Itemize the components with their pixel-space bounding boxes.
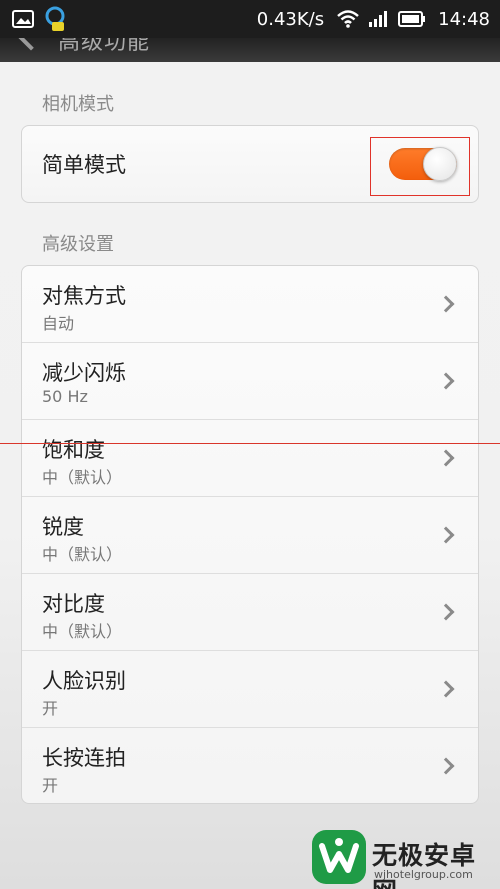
camera-mode-card: 简单模式: [21, 125, 479, 203]
watermark-logo-icon: [312, 830, 366, 884]
row-value: 中（默认）: [42, 622, 123, 641]
row-value: 中（默认）: [42, 545, 123, 564]
row-value: 50 Hz: [42, 387, 88, 406]
gallery-icon: [12, 10, 34, 28]
highlight-frame: [370, 137, 470, 196]
clock: 14:48: [438, 8, 490, 30]
list-item-focus-mode[interactable]: 对焦方式 自动: [22, 266, 478, 343]
row-title: 锐度: [42, 515, 84, 539]
chevron-right-icon: [437, 449, 455, 467]
row-title: 长按连拍: [42, 746, 126, 770]
signal-icon: [369, 11, 388, 27]
list-item-burst-shot[interactable]: 长按连拍 开: [22, 728, 478, 803]
watermark-url: wjhotelgroup.com: [374, 868, 473, 881]
simple-mode-label: 简单模式: [42, 153, 126, 177]
row-title: 对比度: [42, 592, 105, 616]
battery-icon: [398, 11, 426, 27]
row-title: 减少闪烁: [42, 361, 126, 385]
row-title: 人脸识别: [42, 669, 126, 693]
chevron-right-icon: [437, 526, 455, 544]
title-bar: 高级功能: [0, 38, 500, 62]
list-item-face-recognition[interactable]: 人脸识别 开: [22, 651, 478, 728]
section-label-advanced: 高级设置: [42, 234, 114, 255]
row-value: 自动: [42, 314, 75, 333]
row-title: 对焦方式: [42, 284, 126, 308]
section-label-camera-mode: 相机模式: [42, 94, 114, 115]
page-title: 高级功能: [58, 38, 151, 55]
notification-app-icon: [45, 6, 65, 31]
chevron-right-icon: [437, 295, 455, 313]
simple-mode-toggle[interactable]: [389, 147, 457, 181]
chevron-right-icon: [437, 603, 455, 621]
row-value: 开: [42, 699, 59, 718]
list-item-saturation[interactable]: 饱和度 中（默认）: [22, 420, 478, 497]
list-item-sharpness[interactable]: 锐度 中（默认）: [22, 497, 478, 574]
row-title: 饱和度: [42, 438, 105, 462]
chevron-right-icon: [437, 757, 455, 775]
list-item-reduce-flicker[interactable]: 减少闪烁 50 Hz: [22, 343, 478, 420]
watermark-title: 无极安卓网: [372, 841, 477, 889]
wifi-icon: [337, 10, 359, 28]
status-bar: 0.43K/s 14:48: [0, 0, 500, 38]
back-arrow-icon[interactable]: [15, 38, 47, 51]
chevron-right-icon: [437, 680, 455, 698]
row-value: 开: [42, 776, 59, 795]
advanced-settings-card: 对焦方式 自动 减少闪烁 50 Hz 饱和度 中（默认） 锐度 中（默认） 对比…: [21, 265, 479, 804]
toggle-knob: [423, 147, 457, 181]
list-item-contrast[interactable]: 对比度 中（默认）: [22, 574, 478, 651]
annotation-line: [0, 443, 500, 444]
chevron-right-icon: [437, 372, 455, 390]
row-value: 中（默认）: [42, 468, 123, 487]
watermark: 无极安卓网 wjhotelgroup.com: [310, 828, 500, 889]
network-speed: 0.43K/s: [256, 8, 325, 30]
